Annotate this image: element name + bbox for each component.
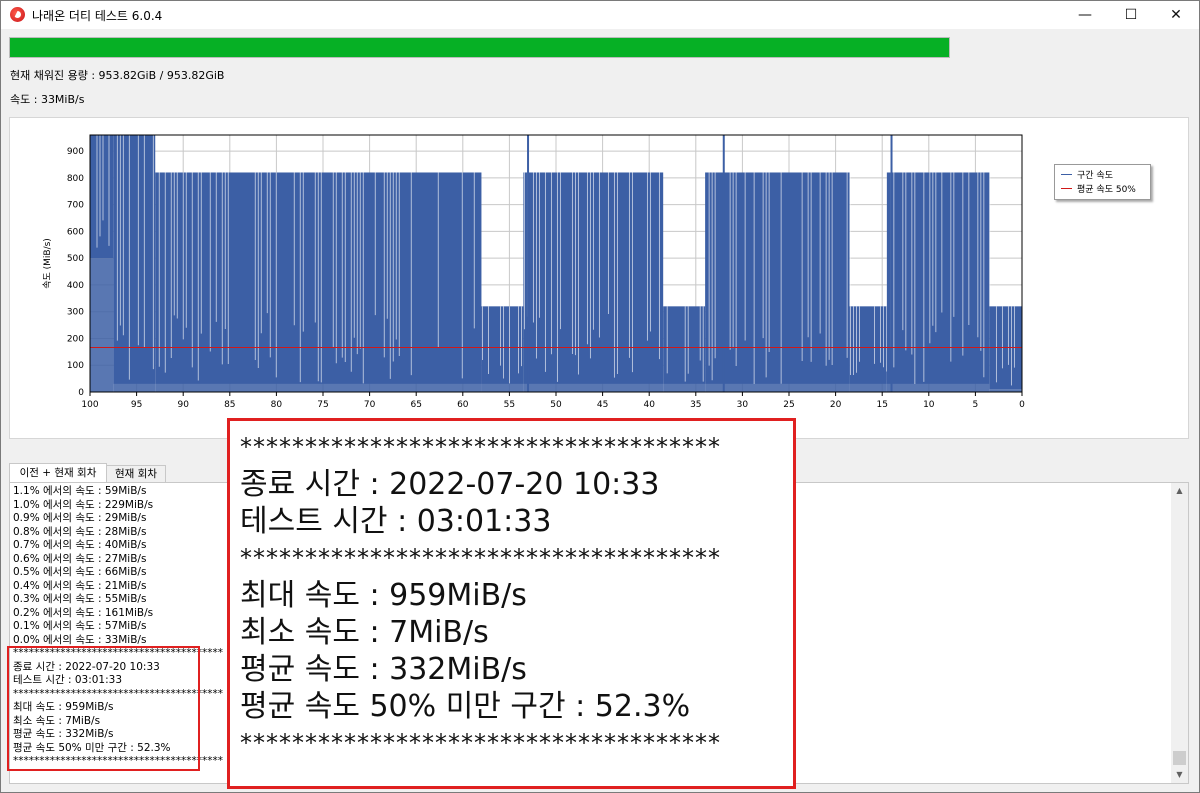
fill-progress-bar — [9, 37, 950, 58]
zoom-below-half: 평균 속도 50% 미만 구간 : 52.3% — [240, 689, 691, 724]
scroll-up-arrow-icon[interactable]: ▲ — [1171, 483, 1188, 499]
x-tick-label: 100 — [81, 400, 98, 410]
y-tick-label: 700 — [67, 201, 84, 211]
x-tick-label: 65 — [410, 400, 421, 410]
log-line: 0.5% 에서의 속도 : 66MiB/s — [13, 566, 147, 578]
x-tick-label: 80 — [271, 400, 283, 410]
speed-series-base — [663, 383, 706, 392]
zoom-max-speed: 최대 속도 : 959MiB/s — [240, 578, 527, 613]
scroll-down-arrow-icon[interactable]: ▼ — [1171, 767, 1188, 783]
log-line: 1.1% 에서의 속도 : 59MiB/s — [13, 485, 147, 497]
speed-series-base — [481, 383, 524, 392]
app-window: 나래온 더티 테스트 6.0.4 — ☐ ✕ 현재 채워진 용량 : 953.8… — [0, 0, 1200, 793]
x-tick-label: 30 — [737, 400, 749, 410]
title-bar: 나래온 더티 테스트 6.0.4 — ☐ ✕ — [1, 1, 1199, 29]
x-tick-label: 95 — [131, 400, 142, 410]
speed-series-base — [523, 383, 664, 392]
y-axis-label: 속도 (MiB/s) — [42, 238, 53, 289]
speed-series-base — [113, 383, 156, 392]
y-tick-label: 900 — [67, 147, 84, 157]
tab-previous-and-current[interactable]: 이전 + 현재 회차 — [9, 463, 107, 483]
x-tick-label: 25 — [783, 400, 794, 410]
log-line: 0.0% 에서의 속도 : 33MiB/s — [13, 633, 147, 646]
x-tick-label: 75 — [317, 400, 328, 410]
zoom-min-speed: 최소 속도 : 7MiB/s — [240, 615, 489, 650]
x-tick-label: 55 — [504, 400, 515, 410]
chart-legend: 구간 속도 평균 속도 50% — [1054, 164, 1151, 200]
legend-label-average-half: 평균 속도 50% — [1077, 185, 1136, 195]
log-line: 0.2% 에서의 속도 : 161MiB/s — [13, 606, 154, 619]
speed-series-block — [849, 306, 887, 384]
zoom-separator: ************************************* — [240, 433, 721, 461]
x-tick-label: 15 — [876, 400, 887, 410]
legend-label-interval-speed: 구간 속도 — [1077, 171, 1113, 181]
tab-current-round[interactable]: 현재 회차 — [106, 465, 166, 483]
x-tick-label: 70 — [364, 400, 376, 410]
log-line: 0.4% 에서의 속도 : 21MiB/s — [13, 579, 147, 592]
close-button[interactable]: ✕ — [1153, 1, 1199, 29]
speed-status: 속도 : 33MiB/s — [10, 93, 85, 106]
capacity-status: 현재 채워진 용량 : 953.82GiB / 953.82GiB — [10, 69, 225, 82]
zoom-separator: ************************************* — [240, 729, 721, 757]
x-tick-label: 90 — [177, 400, 189, 410]
y-tick-label: 300 — [67, 308, 84, 318]
legend-swatch-interval-speed — [1061, 174, 1072, 175]
x-tick-label: 45 — [597, 400, 608, 410]
zoom-separator: ************************************* — [240, 544, 721, 572]
x-tick-label: 50 — [550, 400, 562, 410]
speed-series-block — [90, 135, 114, 259]
speed-series-base — [90, 258, 114, 392]
x-tick-label: 60 — [457, 400, 469, 410]
x-tick-label: 40 — [643, 400, 655, 410]
x-tick-label: 20 — [830, 400, 842, 410]
log-line: 0.8% 에서의 속도 : 28MiB/s — [13, 525, 147, 538]
x-tick-label: 35 — [690, 400, 701, 410]
x-tick-label: 0 — [1019, 400, 1025, 410]
x-tick-label: 85 — [224, 400, 235, 410]
speed-series-base — [155, 383, 482, 392]
summary-zoom-callout: ************************************* 종료… — [227, 418, 796, 789]
x-tick-label: 5 — [973, 400, 979, 410]
y-tick-label: 800 — [67, 174, 84, 184]
minimize-button[interactable]: — — [1062, 1, 1108, 29]
speed-series-block — [113, 135, 156, 384]
legend-swatch-average-half — [1061, 188, 1072, 189]
speed-series-block — [481, 306, 524, 384]
log-line: 0.9% 에서의 속도 : 29MiB/s — [13, 512, 147, 524]
maximize-button[interactable]: ☐ — [1108, 1, 1154, 29]
zoom-end-time: 종료 시간 : 2022-07-20 10:33 — [240, 467, 660, 502]
y-tick-label: 600 — [67, 227, 84, 237]
log-line: 0.6% 에서의 속도 : 27MiB/s — [13, 552, 147, 565]
speed-series-base — [886, 383, 990, 392]
speed-series-block — [886, 172, 990, 384]
zoom-test-time: 테스트 시간 : 03:01:33 — [240, 504, 552, 539]
y-tick-label: 200 — [67, 334, 84, 344]
y-tick-label: 400 — [67, 281, 84, 291]
x-tick-label: 10 — [923, 400, 935, 410]
scroll-thumb[interactable] — [1173, 751, 1186, 765]
speed-chart: 0100200300400500600700800900100 95 90 85 80 7… — [42, 134, 1025, 410]
y-tick-label: 500 — [67, 254, 84, 264]
y-tick-label: 0 — [78, 388, 84, 398]
window-title: 나래온 더티 테스트 6.0.4 — [32, 9, 163, 23]
speed-series-base — [849, 383, 887, 392]
y-tick-label: 100 — [67, 361, 84, 371]
zoom-avg-speed: 평균 속도 : 332MiB/s — [240, 652, 527, 687]
log-scrollbar[interactable]: ▲ ▼ — [1171, 483, 1188, 783]
log-line: 0.3% 에서의 속도 : 55MiB/s — [13, 593, 147, 605]
summary-highlight-box — [7, 646, 200, 771]
speed-series-block — [705, 172, 850, 384]
speed-series-base — [705, 383, 850, 392]
log-line: 0.7% 에서의 속도 : 40MiB/s — [13, 539, 147, 551]
log-line: 0.1% 에서의 속도 : 57MiB/s — [13, 620, 147, 632]
log-line: 1.0% 에서의 속도 : 229MiB/s — [13, 498, 154, 511]
speed-series-block — [663, 306, 706, 384]
app-icon — [10, 7, 25, 22]
speed-chart-panel: 0 100 200 300 400 500 600 700 800 900 100 95 90 85 80 7… — [9, 117, 1189, 439]
